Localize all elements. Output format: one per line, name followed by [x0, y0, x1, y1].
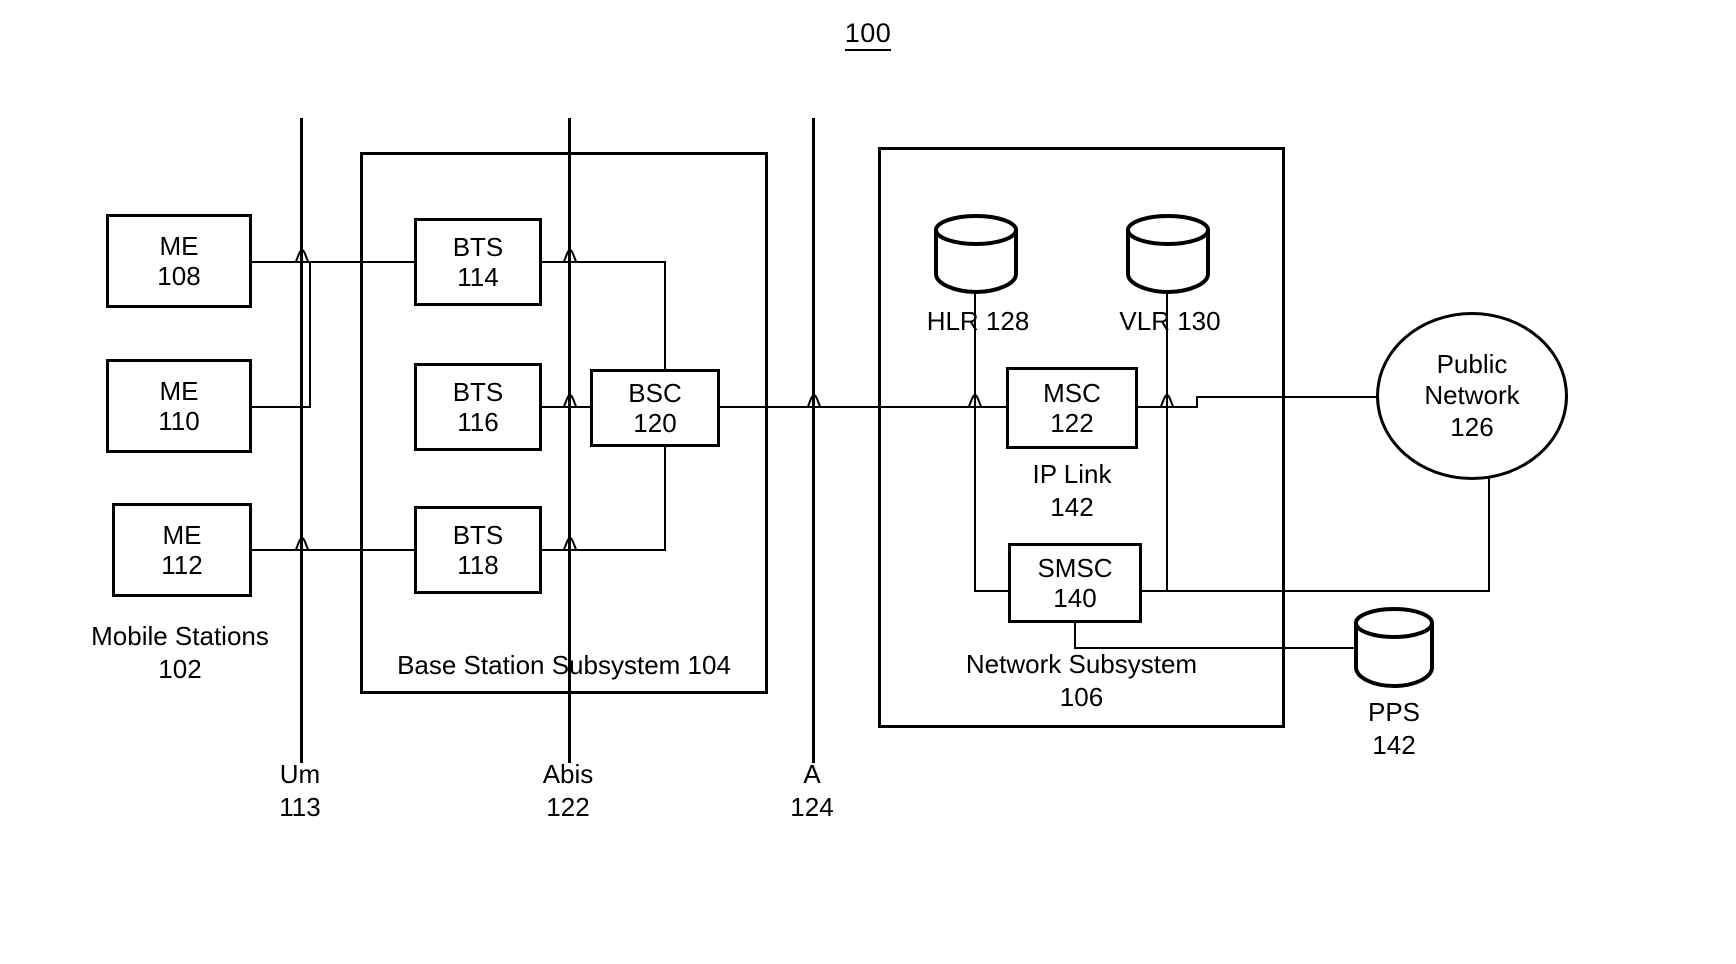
node-bts-114[interactable]: BTS 114 [414, 218, 542, 306]
node-pps-142-cylinder[interactable] [1352, 605, 1436, 689]
node-me-112[interactable]: ME 112 [112, 503, 252, 597]
node-public-network-line3: 126 [1450, 411, 1494, 442]
node-bts-118[interactable]: BTS 118 [414, 506, 542, 594]
node-vlr-130-label: VLR 130 [1090, 306, 1250, 337]
interface-label-abis-name: Abis [542, 759, 594, 789]
network-subsystem-label-line1: Network Subsystem [965, 649, 1198, 679]
figure-number: 100 [0, 18, 1736, 51]
wire-smsc-to-public-network [1138, 590, 1490, 592]
figure-number-text: 100 [844, 18, 892, 51]
node-vlr-130-cylinder[interactable] [1124, 212, 1212, 294]
node-hlr-128-cylinder[interactable] [932, 212, 1020, 294]
node-hlr-128-label-text: HLR 128 [926, 306, 1030, 336]
node-smsc-140-name: SMSC [1037, 552, 1113, 583]
node-bts-118-name: BTS [452, 519, 504, 550]
figure-canvas: 100 ME 108 ME 110 ME 112 Mobile Stations… [0, 0, 1736, 964]
node-smsc-140[interactable]: SMSC 140 [1008, 543, 1142, 623]
node-smsc-140-ref: 140 [1053, 583, 1097, 613]
node-msc-122-name: MSC [1043, 377, 1101, 408]
interface-label-um: Um 113 [210, 758, 390, 823]
wire-vlr-to-bus [1166, 252, 1168, 592]
wire-bts114-to-bsc-drop [664, 261, 666, 371]
interface-label-um-ref: 113 [279, 791, 321, 822]
node-me-108[interactable]: ME 108 [106, 214, 252, 308]
wire-hop-hlr-bus [962, 393, 988, 408]
base-station-subsystem-label-text: Base Station Subsystem 104 [397, 650, 731, 680]
node-msc-122-ref: 122 [1050, 408, 1094, 438]
interface-line-um [300, 118, 303, 763]
wire-smsc-to-pps-drop [1074, 622, 1076, 648]
interface-line-a [812, 118, 815, 763]
interface-label-abis: Abis 122 [478, 758, 658, 823]
node-pps-142-label-line2: 142 [1372, 729, 1416, 760]
interface-label-a-name: A [803, 759, 821, 789]
interface-label-a-ref: 124 [790, 791, 834, 822]
node-bts-114-name: BTS [452, 231, 504, 262]
node-bts-116-name: BTS [452, 376, 504, 407]
network-subsystem-label: Network Subsystem 106 [878, 648, 1285, 713]
node-hlr-128-label: HLR 128 [898, 306, 1058, 337]
wire-hop-vlr-bus [1154, 393, 1180, 408]
wire-hlr-to-bus [974, 252, 976, 592]
mobile-stations-label-line1: Mobile Stations [91, 621, 269, 651]
node-bts-114-ref: 114 [457, 262, 499, 292]
node-msc-122[interactable]: MSC 122 [1006, 367, 1138, 449]
node-bsc-120-name: BSC [628, 377, 682, 408]
node-pps-142-label-line1: PPS [1367, 697, 1421, 727]
wire-bts118-to-bsc-riser [664, 444, 666, 551]
node-me-112-ref: 112 [161, 550, 203, 580]
wire-public-network-drop [1488, 478, 1490, 591]
interface-label-a: A 124 [722, 758, 902, 823]
wire-me110-riser [309, 261, 311, 408]
node-public-network-line1: Public [1436, 349, 1508, 380]
node-bsc-120-ref: 120 [633, 408, 677, 438]
interface-label-abis-ref: 122 [546, 791, 590, 822]
node-bts-116-ref: 116 [457, 407, 499, 437]
node-me-112-name: ME [162, 519, 202, 550]
mobile-stations-label-line2: 102 [158, 653, 202, 684]
node-me-110[interactable]: ME 110 [106, 359, 252, 453]
mobile-stations-group-label: Mobile Stations 102 [60, 620, 300, 685]
node-me-110-name: ME [159, 375, 199, 406]
node-bts-116[interactable]: BTS 116 [414, 363, 542, 451]
ip-link-142-label: IP Link 142 [1006, 458, 1138, 523]
node-me-108-name: ME [159, 230, 199, 261]
ip-link-142-label-line2: 142 [1050, 491, 1094, 522]
node-me-110-ref: 110 [158, 406, 200, 436]
node-vlr-130-label-text: VLR 130 [1119, 306, 1221, 336]
node-bsc-120[interactable]: BSC 120 [590, 369, 720, 447]
node-pps-142-label: PPS 142 [1312, 696, 1476, 761]
node-public-network-126[interactable]: Public Network 126 [1376, 312, 1568, 480]
node-public-network-line2: Network [1424, 380, 1520, 411]
network-subsystem-label-line2: 106 [1059, 681, 1104, 712]
node-me-108-ref: 108 [157, 261, 201, 291]
interface-label-um-name: Um [279, 759, 321, 789]
base-station-subsystem-label: Base Station Subsystem 104 [360, 650, 768, 681]
ip-link-142-label-line1: IP Link [1032, 459, 1112, 489]
node-bts-118-ref: 118 [457, 550, 499, 580]
wire-to-public-network [1196, 396, 1376, 398]
